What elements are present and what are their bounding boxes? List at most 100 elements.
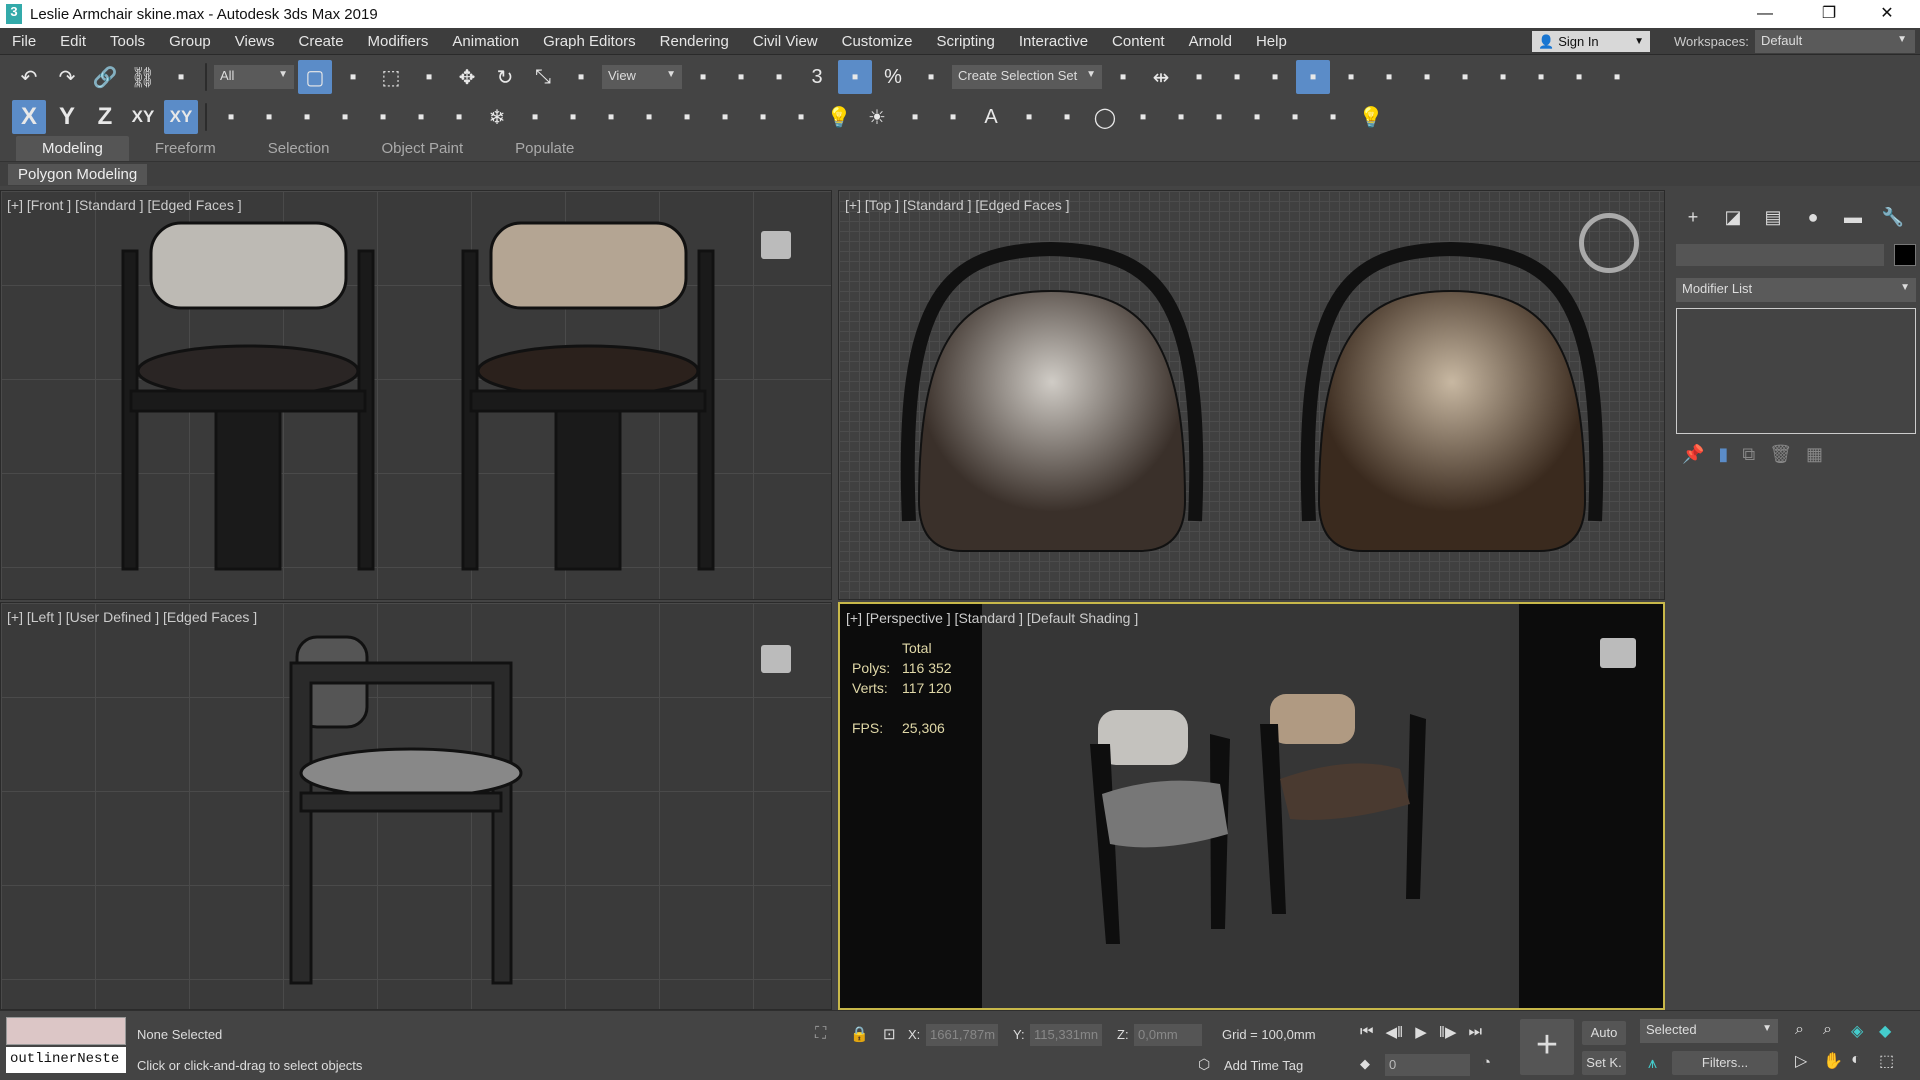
zoom-extents-all-icon[interactable]: ◆ [1879, 1021, 1907, 1041]
snap-midpoint-icon[interactable]: ▪ [366, 100, 400, 134]
show-end-result-icon[interactable]: ▮ [1718, 444, 1728, 465]
menu-customize[interactable]: Customize [830, 33, 925, 50]
polygon-modeling-tab[interactable]: Polygon Modeling [8, 164, 148, 185]
constrain-y-axis-button[interactable]: Y [50, 100, 84, 134]
menu-civil-view[interactable]: Civil View [741, 33, 830, 50]
menu-animation[interactable]: Animation [440, 33, 531, 50]
menu-modifiers[interactable]: Modifiers [356, 33, 441, 50]
previous-frame-icon[interactable]: ◀‖ [1386, 1023, 1404, 1041]
key-filter-select[interactable]: Selected ▼ [1640, 1019, 1778, 1043]
zoom-all-icon[interactable]: ⌕ [1823, 1021, 1851, 1041]
set-key-big-button[interactable]: + [1520, 1019, 1574, 1075]
key-tangent-icon[interactable]: ⩚ [1648, 1055, 1657, 1073]
snap-grid-icon[interactable]: ▪ [214, 100, 248, 134]
remove-modifier-icon[interactable]: 🗑 [1769, 444, 1792, 465]
constrain-xy-axis-button[interactable]: XY [126, 100, 160, 134]
rendered-frame-icon[interactable]: ▪ [1486, 60, 1520, 94]
viewcube-perspective[interactable] [1600, 638, 1636, 668]
redo-icon[interactable]: ↷ [50, 60, 84, 94]
ribbon-tab-selection[interactable]: Selection [242, 136, 356, 161]
snap-edge-icon[interactable]: ▪ [328, 100, 362, 134]
vase-icon[interactable]: ▪ [632, 100, 666, 134]
set-key-button[interactable]: Set K. [1582, 1051, 1626, 1075]
loft-icon[interactable]: ▪ [1050, 100, 1084, 134]
edit-named-selection-icon[interactable]: ▪ [1106, 60, 1140, 94]
make-unique-icon[interactable]: ⧉ [1742, 444, 1755, 465]
time-config-icon[interactable]: ◔ [1482, 1054, 1491, 1071]
ribbon-tab-object-paint[interactable]: Object Paint [355, 136, 489, 161]
y-coordinate-field[interactable]: 115,331mn [1030, 1024, 1102, 1046]
menu-create[interactable]: Create [287, 33, 356, 50]
add-time-tag[interactable]: Add Time Tag [1224, 1058, 1303, 1073]
teapot-icon[interactable]: ▪ [1316, 100, 1350, 134]
menu-rendering[interactable]: Rendering [648, 33, 741, 50]
viewport-icon[interactable]: ▪ [1164, 100, 1198, 134]
restore-button[interactable]: ❐ [1806, 0, 1852, 28]
workspace-select[interactable]: Default ▼ [1755, 30, 1915, 53]
viewport-label[interactable]: [+] [Front ] [Standard ] [Edged Faces ] [7, 197, 242, 213]
configure-modifier-sets-icon[interactable]: ▦ [1806, 444, 1823, 465]
move-icon[interactable]: ✥ [450, 60, 484, 94]
curve-editor-icon[interactable]: ▪ [1334, 60, 1368, 94]
constrain-z-axis-button[interactable]: Z [88, 100, 122, 134]
rectangle-selection-icon[interactable]: ⬚ [374, 60, 408, 94]
window-crossing-icon[interactable]: ▪ [412, 60, 446, 94]
ribbon-toggle-icon[interactable]: ▪ [1296, 60, 1330, 94]
snap-axis-icon[interactable]: ▪ [784, 100, 818, 134]
freeze-icon[interactable]: ❄ [480, 100, 514, 134]
light-icon[interactable]: 💡 [822, 100, 856, 134]
viewcube-compass[interactable] [1579, 213, 1639, 273]
current-frame-field[interactable]: 0 [1385, 1054, 1470, 1076]
object-color-swatch[interactable] [1894, 244, 1916, 266]
scene-explorer-icon[interactable]: ▪ [1220, 60, 1254, 94]
display-icon[interactable]: ▬ [1836, 202, 1870, 232]
percent-snap-icon[interactable]: % [876, 60, 910, 94]
maximize-viewport-icon[interactable]: ⬚ [1879, 1051, 1907, 1071]
reference-coordinate-dropdown[interactable]: View ▼ [602, 65, 682, 89]
ribbon-tab-populate[interactable]: Populate [489, 136, 600, 161]
unlink-icon[interactable]: ⛓ [126, 60, 160, 94]
ribbon-tab-modeling[interactable]: Modeling [16, 136, 129, 161]
motion-icon[interactable]: ● [1796, 202, 1830, 232]
selection-filter-dropdown[interactable]: All ▼ [214, 65, 294, 89]
close-button[interactable]: ✕ [1864, 0, 1910, 28]
pivot-icon[interactable]: ▪ [594, 100, 628, 134]
create-icon[interactable]: + [1676, 202, 1710, 232]
viewport-label[interactable]: [+] [Left ] [User Defined ] [Edged Faces… [7, 609, 257, 625]
menu-arnold[interactable]: Arnold [1177, 33, 1244, 50]
bulb-icon[interactable]: 💡 [1354, 100, 1388, 134]
pin-icon[interactable]: ▪ [708, 100, 742, 134]
scale-icon[interactable]: ⤡ [526, 60, 560, 94]
constrain-xy-axis-button[interactable]: XY [164, 100, 198, 134]
orbit-icon[interactable]: ◐ [1851, 1051, 1879, 1071]
absolute-mode-icon[interactable]: ⊡ [883, 1025, 896, 1043]
named-selection-set-dropdown[interactable]: Create Selection Set ▼ [952, 65, 1102, 89]
menu-tools[interactable]: Tools [98, 33, 157, 50]
curve-icon[interactable]: ▪ [746, 100, 780, 134]
keyboard-shortcut-icon[interactable]: ▪ [762, 60, 796, 94]
bind-space-warp-icon[interactable]: ▪ [164, 60, 198, 94]
next-frame-icon[interactable]: ‖▶ [1439, 1023, 1457, 1041]
menu-edit[interactable]: Edit [48, 33, 98, 50]
terrain-icon[interactable]: ▪ [936, 100, 970, 134]
link-icon[interactable]: 🔗 [88, 60, 122, 94]
sphere-icon[interactable]: ▪ [670, 100, 704, 134]
shape-icon[interactable]: ▪ [1012, 100, 1046, 134]
placement-icon[interactable]: ▪ [564, 60, 598, 94]
minimize-button[interactable]: — [1742, 0, 1788, 28]
field-of-view-icon[interactable]: ▷ [1795, 1051, 1823, 1071]
mirror-icon[interactable]: ⇹ [1144, 60, 1178, 94]
menu-scripting[interactable]: Scripting [924, 33, 1006, 50]
viewport-label[interactable]: [+] [Perspective ] [Standard ] [Default … [846, 610, 1138, 626]
viewcube-front[interactable] [761, 231, 791, 259]
key-mode-icon[interactable]: ◆ [1360, 1056, 1370, 1072]
menu-content[interactable]: Content [1100, 33, 1177, 50]
sphere-map-icon[interactable]: ▪ [1126, 100, 1160, 134]
maxscript-input[interactable]: outlinerNeste [6, 1047, 126, 1073]
z-coordinate-field[interactable]: 0,0mm [1134, 1024, 1202, 1046]
select-by-name-icon[interactable]: ▪ [336, 60, 370, 94]
render-setup-icon[interactable]: ▪ [1448, 60, 1482, 94]
camera-icon[interactable]: ▪ [898, 100, 932, 134]
play-icon[interactable]: ▶ [1415, 1023, 1427, 1041]
viewport-top[interactable]: [+] [Top ] [Standard ] [Edged Faces ] [838, 190, 1665, 600]
